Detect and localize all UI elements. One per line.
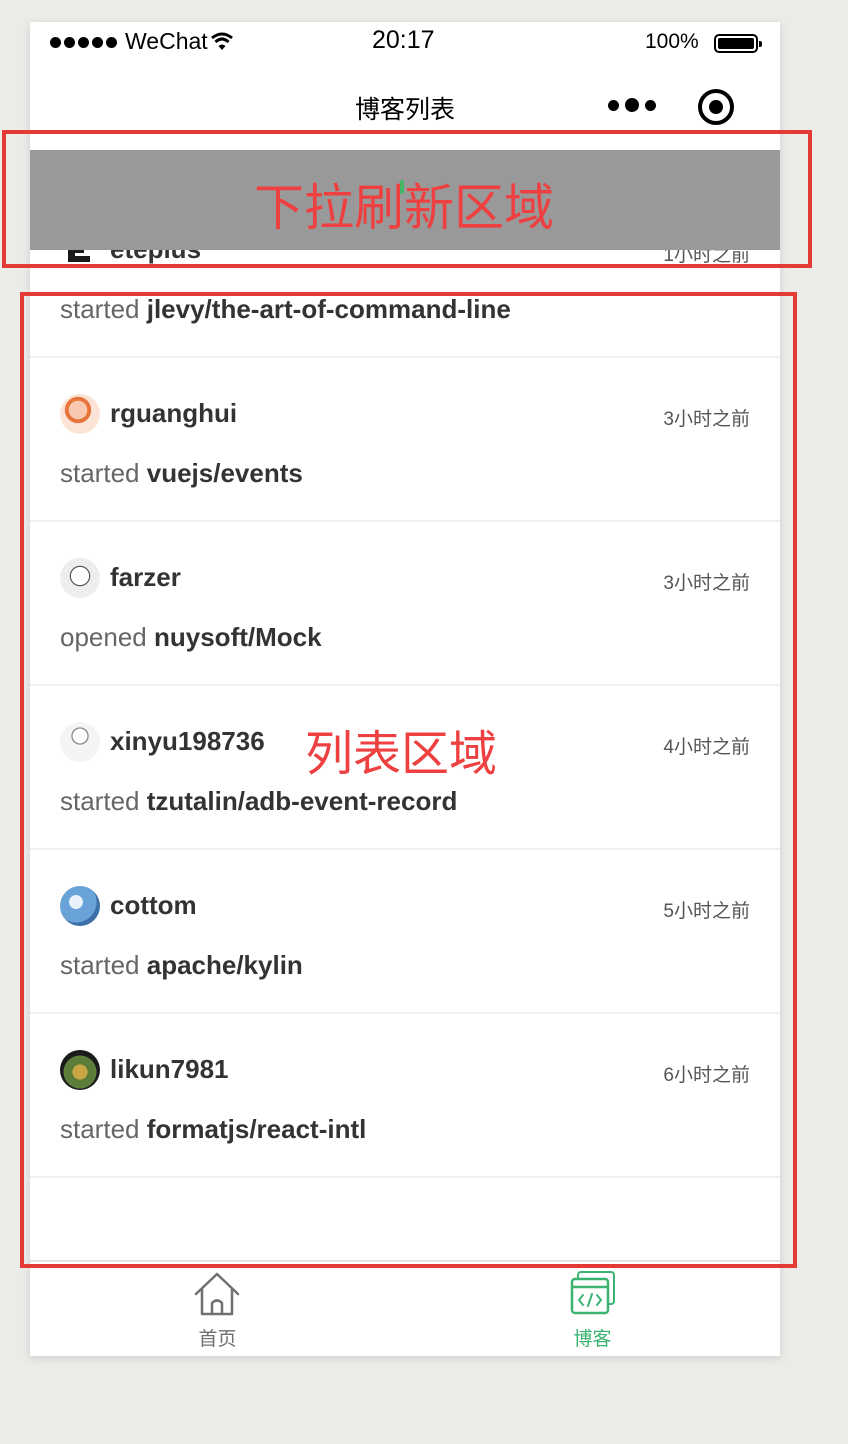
status-bar: WeChat 20:17 100% — [30, 22, 780, 62]
more-menu-icon[interactable] — [608, 98, 656, 112]
battery-percent: 100% — [645, 30, 699, 53]
code-window-icon — [570, 1271, 615, 1315]
page-title: 博客列表 — [354, 96, 455, 124]
tab-blog[interactable]: 博客 — [405, 1262, 780, 1356]
tab-blog-label: 博客 — [573, 1329, 612, 1350]
tab-home[interactable]: 首页 — [30, 1262, 405, 1356]
close-miniprogram-icon[interactable] — [698, 89, 734, 125]
status-time: 20:17 — [372, 26, 435, 54]
carrier-name: WeChat — [125, 28, 208, 54]
wifi-icon — [211, 32, 233, 50]
home-icon — [194, 1272, 240, 1316]
list-area-annotation-label: 列表区域 — [305, 728, 498, 781]
refresh-area-annotation-label: 下拉刷新区域 — [254, 180, 554, 236]
tab-bar: 首页 博客 — [30, 1262, 780, 1356]
tab-home-label: 首页 — [198, 1329, 237, 1350]
signal-strength-icon — [50, 37, 117, 48]
battery-icon — [714, 34, 762, 53]
